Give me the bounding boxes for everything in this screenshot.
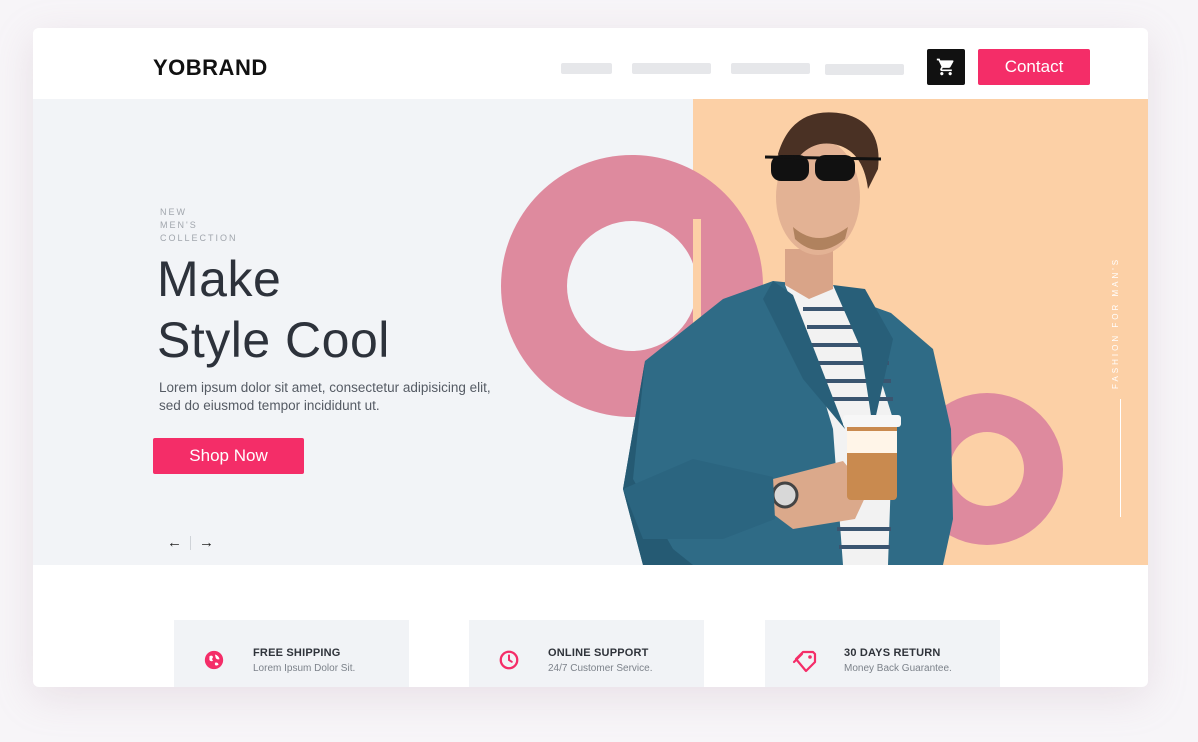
feature-card-shipping: FREE SHIPPING Lorem Ipsum Dolor Sit. [174, 620, 409, 687]
nav-link-placeholder-4[interactable] [825, 64, 904, 75]
nav-link-placeholder-1[interactable] [561, 63, 612, 74]
feature-title: ONLINE SUPPORT [548, 647, 649, 659]
clock-icon [499, 650, 519, 670]
headline-line: Style Cool [157, 312, 390, 368]
hero-subtext: Lorem ipsum dolor sit amet, consectetur … [159, 380, 491, 413]
nav-link-placeholder-2[interactable] [632, 63, 711, 74]
feature-desc: 24/7 Customer Service. [548, 663, 653, 674]
shop-now-button[interactable]: Shop Now [153, 438, 304, 474]
prev-arrow-icon[interactable]: ← [163, 534, 186, 551]
hero-section: NEW MEN'S COLLECTION Make Style Cool Lor… [33, 99, 1148, 565]
next-arrow-icon[interactable]: → [195, 534, 218, 551]
nav-link-placeholder-3[interactable] [731, 63, 810, 74]
slider-controls: ← → [163, 534, 218, 551]
arrow-divider [190, 535, 191, 550]
eyebrow-line: NEW [160, 207, 187, 217]
eyebrow-line: MEN'S [160, 220, 198, 230]
feature-title: 30 DAYS RETURN [844, 647, 941, 659]
contact-button[interactable]: Contact [978, 49, 1090, 85]
cart-button[interactable] [927, 49, 965, 85]
hero-eyebrow: NEW MEN'S COLLECTION [160, 206, 238, 245]
tag-icon [792, 650, 817, 673]
vertical-tagline: FASHION FOR MAN'S [1111, 256, 1120, 389]
vertical-divider [1120, 399, 1121, 517]
feature-card-return: 30 DAYS RETURN Money Back Guarantee. [765, 620, 1000, 687]
brand-logo[interactable]: YOBRAND [153, 55, 268, 81]
hero-headline: Make Style Cool [157, 249, 390, 371]
headline-line: Make [157, 251, 282, 307]
feature-card-support: ONLINE SUPPORT 24/7 Customer Service. [469, 620, 704, 687]
page-card: YOBRAND Contact NEW MEN'S COLLECTION Mak… [33, 28, 1148, 687]
site-header: YOBRAND Contact [33, 28, 1148, 99]
feature-desc: Lorem Ipsum Dolor Sit. [253, 663, 356, 674]
feature-desc: Money Back Guarantee. [844, 663, 952, 674]
feature-title: FREE SHIPPING [253, 647, 341, 659]
globe-icon [204, 650, 224, 670]
cart-icon [936, 58, 954, 76]
eyebrow-line: COLLECTION [160, 233, 238, 243]
